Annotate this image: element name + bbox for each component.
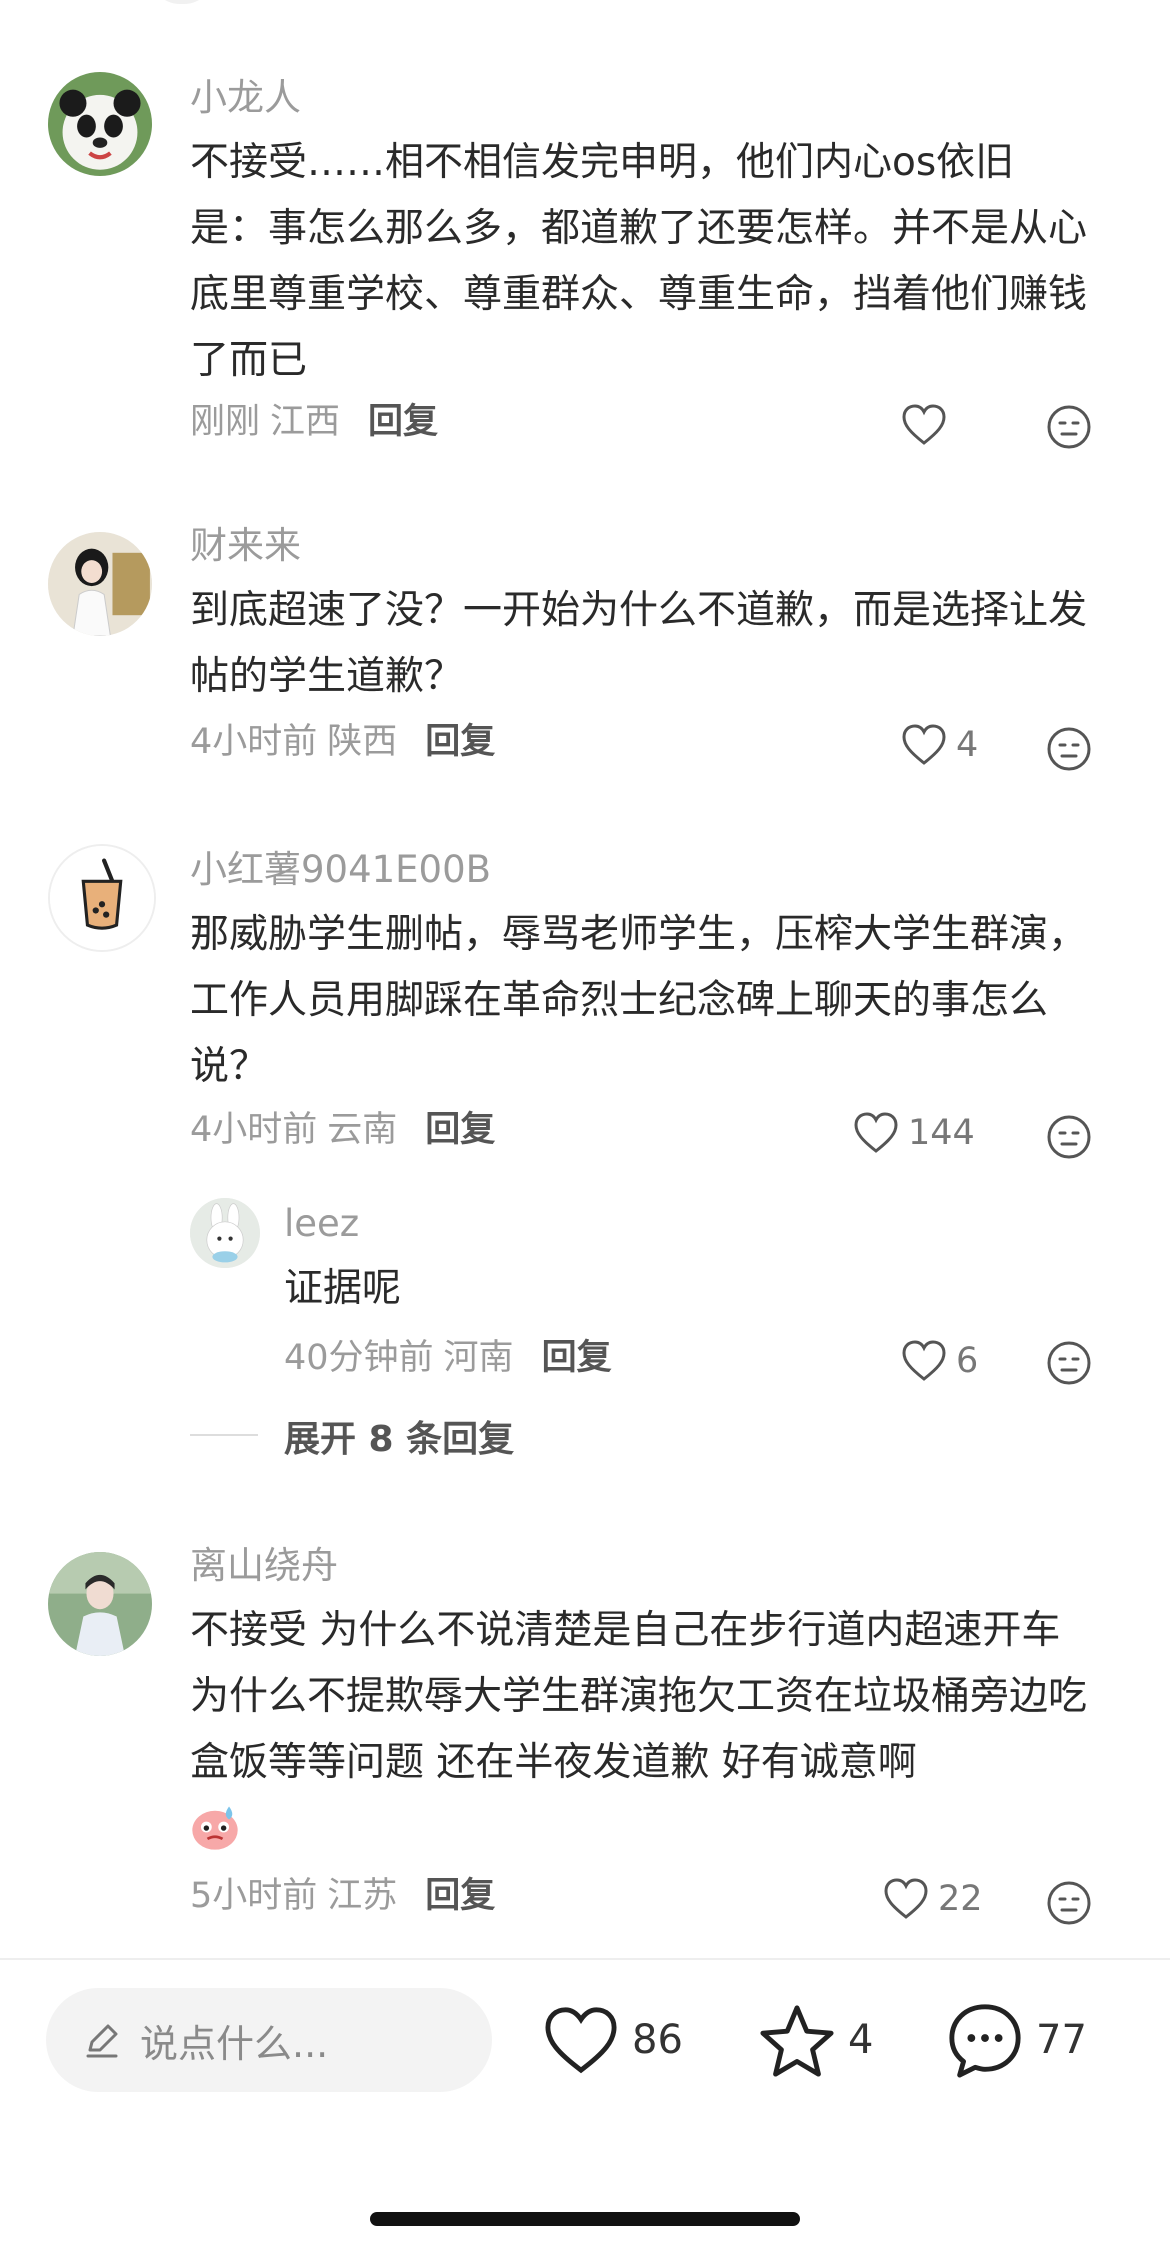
comment-time: 4小时前 (190, 1110, 318, 1150)
heart-icon (884, 1878, 928, 1919)
heart-icon (545, 2007, 617, 2074)
comment-count: 77 (1036, 2017, 1087, 2063)
like-count: 4 (956, 725, 979, 765)
reply-text: 证据呢 (284, 1266, 402, 1311)
like-post-button[interactable]: 86 (542, 1996, 683, 2084)
reply-username[interactable]: leez (284, 1202, 359, 1246)
comment-username[interactable]: 小红薯9041E00B (190, 848, 491, 892)
avatar[interactable] (48, 1552, 152, 1656)
comment-button[interactable]: 77 (946, 1996, 1087, 2084)
face-icon[interactable] (1046, 726, 1092, 772)
avatar[interactable] (48, 72, 152, 176)
bunny-avatar-image (190, 1198, 260, 1268)
crying-emoji-icon (192, 1806, 238, 1850)
pencil-icon (86, 2024, 118, 2058)
face-icon[interactable] (1046, 1880, 1092, 1926)
face-icon[interactable] (1046, 1114, 1092, 1160)
favorite-count: 4 (848, 2017, 874, 2063)
panda-avatar-image (48, 72, 152, 176)
portrait-avatar-image (48, 1552, 152, 1656)
like-button[interactable]: 6 (900, 1336, 978, 1386)
expand-divider (190, 1434, 258, 1436)
avatar[interactable] (48, 844, 156, 952)
comment-time: 5小时前 (190, 1876, 318, 1916)
like-count: 22 (938, 1879, 983, 1919)
like-button[interactable]: 22 (882, 1874, 983, 1924)
reply-button[interactable]: 回复 (425, 722, 495, 762)
comment-location: 陕西 (327, 722, 398, 762)
like-count: 144 (908, 1113, 975, 1153)
comment-location: 江西 (270, 402, 341, 442)
comment-meta: 5小时前 江苏 回复 (190, 1874, 495, 1918)
avatar[interactable] (190, 1198, 260, 1268)
comment-meta: 4小时前 陕西 回复 (190, 720, 495, 764)
star-icon (760, 2005, 834, 2077)
comment-text: 不接受 为什么不说清楚是自己在步行道内超速开车 为什么不提欺辱大学生群演拖欠工资… (190, 1608, 1088, 1785)
face-icon[interactable] (1046, 1340, 1092, 1386)
reply-button[interactable]: 回复 (425, 1876, 495, 1916)
face-icon[interactable] (1046, 404, 1092, 450)
heart-icon (902, 404, 946, 445)
reply-button[interactable]: 回复 (425, 1110, 495, 1150)
heart-icon (902, 1340, 946, 1381)
reply-button[interactable]: 回复 (542, 1338, 612, 1378)
home-indicator[interactable] (370, 2212, 800, 2226)
reply-meta: 40分钟前 河南 回复 (284, 1336, 612, 1380)
like-count: 6 (956, 1341, 979, 1381)
comment-text: 那威胁学生删帖，辱骂老师学生，压榨大学生群演，工作人员用脚踩在革命烈士纪念碑上聊… (190, 912, 1088, 1089)
expand-replies-button[interactable]: 展开 8 条回复 (284, 1410, 514, 1462)
avatar[interactable] (48, 532, 152, 636)
comment-input-placeholder: 说点什么... (140, 2021, 329, 2066)
comment-bubble-icon (949, 2004, 1021, 2078)
comment-text: 到底超速了没？一开始为什么不道歉，而是选择让发帖的学生道歉？ (190, 588, 1088, 699)
comment-input[interactable]: 说点什么... (46, 1988, 492, 2092)
heart-icon (854, 1112, 898, 1153)
comment-username[interactable]: 小龙人 (190, 76, 301, 120)
comment-meta: 4小时前 云南 回复 (190, 1108, 495, 1152)
comment-meta: 刚刚 江西 回复 (190, 400, 438, 444)
comment-text: 不接受……相不相信发完申明，他们内心os依旧是：事怎么那么多，都道歉了还要怎样。… (190, 140, 1088, 383)
reply-button[interactable]: 回复 (368, 402, 438, 442)
favorite-button[interactable]: 4 (758, 1996, 873, 2084)
heart-icon (902, 724, 946, 765)
comment-location: 江苏 (327, 1876, 398, 1916)
girl-avatar-image (48, 532, 152, 636)
like-button[interactable]: 144 (852, 1108, 975, 1158)
reply-location: 河南 (443, 1338, 514, 1378)
comment-location: 云南 (327, 1110, 398, 1150)
post-like-count: 86 (632, 2017, 683, 2063)
comment-username[interactable]: 财来来 (190, 524, 301, 568)
comment-time: 刚刚 (190, 402, 261, 442)
like-button[interactable]: 4 (900, 720, 978, 770)
like-button[interactable] (900, 400, 948, 450)
reply-time: 40分钟前 (284, 1338, 434, 1378)
comment-time: 4小时前 (190, 722, 318, 762)
bubble-tea-avatar-image (50, 846, 154, 950)
comment-username[interactable]: 离山绕舟 (190, 1544, 338, 1588)
previous-avatar-fragment (150, 0, 214, 4)
